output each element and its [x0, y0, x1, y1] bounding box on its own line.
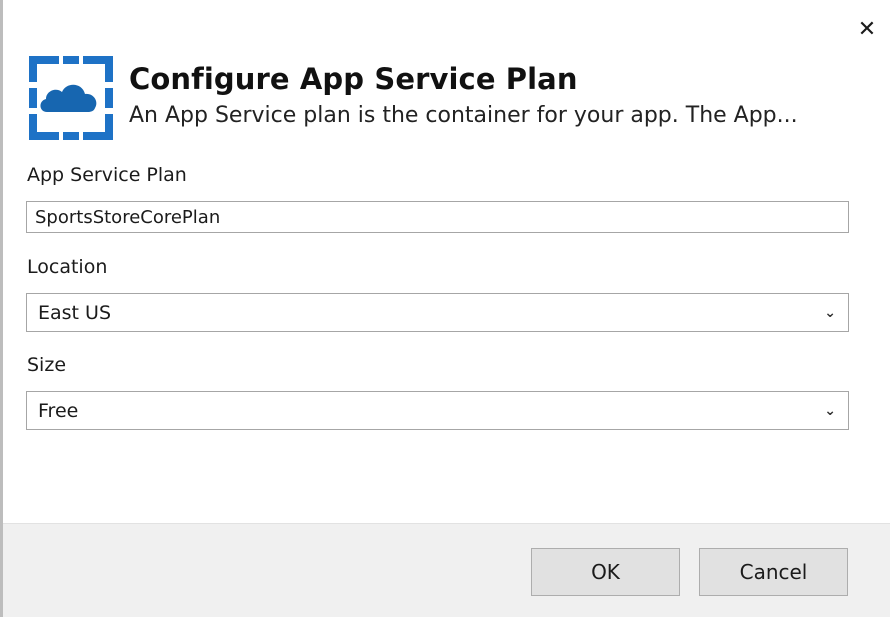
- size-label: Size: [27, 354, 67, 376]
- close-icon: ✕: [857, 16, 877, 42]
- chevron-down-icon: ⌄: [824, 304, 836, 321]
- cancel-button[interactable]: Cancel: [699, 548, 848, 596]
- close-button[interactable]: ✕: [852, 14, 882, 44]
- dialog-footer: OK Cancel: [3, 523, 890, 617]
- azure-app-service-icon: [29, 56, 113, 140]
- size-dropdown[interactable]: Free ⌄: [26, 391, 849, 430]
- dialog-header: Configure App Service Plan An App Servic…: [25, 52, 798, 144]
- chevron-down-icon: ⌄: [824, 402, 836, 419]
- location-selected-value: East US: [38, 301, 112, 324]
- location-dropdown[interactable]: East US ⌄: [26, 293, 849, 332]
- app-service-plan-input[interactable]: [26, 201, 849, 233]
- ok-button[interactable]: OK: [531, 548, 680, 596]
- size-selected-value: Free: [38, 399, 79, 422]
- configure-app-service-plan-dialog: ✕ Configure App Service Plan An App Serv…: [0, 0, 890, 617]
- dialog-subtitle: An App Service plan is the container for…: [129, 103, 798, 128]
- location-label: Location: [27, 256, 108, 278]
- dialog-title: Configure App Service Plan: [129, 62, 578, 96]
- app-service-plan-label: App Service Plan: [27, 164, 187, 186]
